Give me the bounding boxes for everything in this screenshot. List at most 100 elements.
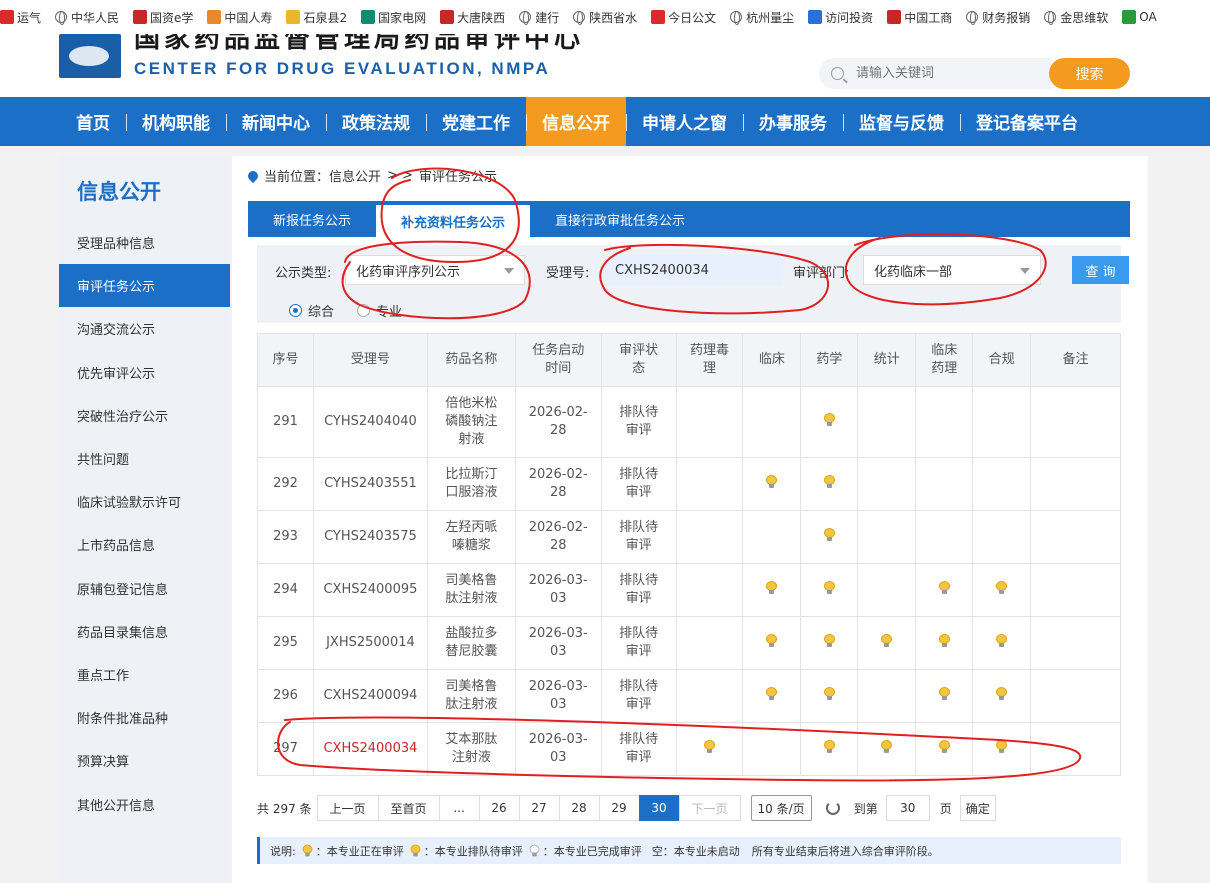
chevron-down-icon [504,268,514,274]
nav-item[interactable]: 登记备案平台 [960,97,1094,146]
query-button[interactable]: 查 询 [1072,256,1129,284]
table-row[interactable]: 297 CXHS2400034 艾本那肽 注射液 2026-03- 03 排队待 审评 [257,722,1121,776]
bookmark-item[interactable]: OA [1122,10,1157,24]
tab-item[interactable]: 新报任务公示 [248,201,376,237]
tab-item[interactable]: 补充资料任务公示 [376,205,531,237]
cell-specialty [742,669,802,723]
nav-item[interactable]: 监督与反馈 [843,97,960,146]
cell-specialty [857,616,917,670]
bookmark-item[interactable]: 国家电网 [361,9,426,26]
prev-page-button[interactable]: 上一页 [316,795,379,821]
table-row[interactable]: 293 CYHS2403575 左羟丙哌 嗪糖浆 2026-02- 28 排队待 审评 [257,510,1121,564]
bookmark-item[interactable]: 运气 [0,9,41,26]
bookmark-item[interactable]: 财务报销 [966,9,1030,26]
sidebar-item[interactable]: 上市药品信息 [59,523,230,566]
nav-item[interactable]: 信息公开 [526,97,626,146]
bookmark-label: 金思维软 [1060,10,1109,25]
bookmark-item[interactable]: 陕西省水 [573,9,637,26]
pager-ellipsis[interactable]: ... [438,795,480,821]
sidebar-item[interactable]: 附条件批准品种 [59,696,230,739]
nav-item[interactable]: 办事服务 [743,97,843,146]
chinalife-icon [207,10,222,24]
cell-accept-no[interactable]: CYHS2404040 [312,386,428,458]
cell-accept-no[interactable]: CYHS2403575 [312,510,428,564]
cell-specialty [800,563,859,617]
cell-accept-no[interactable]: CXHS2400034 [312,722,428,776]
bookmark-item[interactable]: 建行 [519,9,559,26]
cell-accept-no[interactable]: CYHS2403551 [312,457,428,511]
accept-input[interactable]: CXHS2400034 [603,255,783,285]
bookmark-item[interactable]: 访问投资 [808,9,873,26]
search-input[interactable] [856,66,1036,81]
nav-item[interactable]: 政策法规 [326,97,426,146]
sidebar-item[interactable]: 原辅包登记信息 [59,567,230,610]
accept-label: 受理号: [546,266,590,281]
sidebar-item[interactable]: 药品目录集信息 [59,610,230,653]
bookmark-item[interactable]: 金思维软 [1044,9,1108,26]
nav-item[interactable]: 机构职能 [126,97,226,146]
sidebar-item[interactable]: 共性问题 [59,437,230,480]
bookmark-item[interactable]: 中国工商 [887,9,952,26]
bookmark-item[interactable]: 大唐陕西 [440,9,505,26]
cell-accept-no[interactable]: CXHS2400094 [312,669,428,723]
sidebar-item[interactable]: 审评任务公示 [59,264,230,308]
refresh-icon[interactable] [825,801,840,815]
dept-select[interactable]: 化药临床一部 [863,255,1041,285]
table-row[interactable]: 294 CXHS2400095 司美格鲁 肽注射液 2026-03- 03 排队待 审评 [257,563,1121,617]
sidebar-item[interactable]: 重点工作 [59,653,230,696]
cell-specialty [675,457,744,511]
tab-item[interactable]: 直接行政审批任务公示 [530,201,710,237]
bookmark-item[interactable]: 杭州量尘 [730,9,794,26]
nav-item[interactable]: 申请人之窗 [626,97,743,146]
cell-status: 排队待 审评 [600,510,677,564]
page-size-select[interactable]: 10 条/页 [750,795,812,821]
confirm-button[interactable]: 确定 [959,795,996,821]
next-page-button[interactable]: 下一页 [678,795,741,821]
bulb-icon [996,739,1008,753]
radio-professional[interactable]: 专业 [357,301,402,320]
page-button[interactable]: 30 [638,795,680,821]
goto-input[interactable]: 30 [885,795,930,821]
page-button[interactable]: 27 [518,795,560,821]
sidebar-item[interactable]: 受理品种信息 [59,221,230,264]
radio-comprehensive[interactable]: 综合 [289,301,334,320]
column-header: 临床 药理 [915,333,974,387]
cell-specialty [675,722,744,776]
bulb-icon [823,633,835,647]
type-select[interactable]: 化药审评序列公示 [345,255,525,285]
nav-item[interactable]: 新闻中心 [226,97,326,146]
bookmark-item[interactable]: 今日公文 [651,9,716,26]
bookmark-item[interactable]: 石泉县2 [286,9,347,26]
sidebar-item[interactable]: 沟通交流公示 [59,307,230,350]
search-button[interactable]: 搜索 [1049,58,1130,89]
cell-accept-no[interactable]: CXHS2400095 [312,563,428,617]
jinri-icon [651,10,666,24]
bookmark-item[interactable]: 国资e学 [133,9,193,26]
table-row[interactable]: 291 CYHS2404040 倍他米松 磷酸钠注 射液 2026-02- 28 排队待 审评 [257,386,1121,458]
page-button[interactable]: 28 [558,795,600,821]
page-button[interactable]: 29 [598,795,640,821]
sidebar-item[interactable]: 其他公开信息 [59,782,230,825]
cell-remark [1030,457,1121,511]
bookmark-item[interactable]: 中华人民 [55,9,119,26]
sidebar-item[interactable]: 临床试验默示许可 [59,480,230,523]
breadcrumb-link[interactable]: 信息公开 [329,166,381,185]
cde-logo[interactable] [59,34,121,78]
visit-icon [808,10,823,24]
globe-icon [1044,11,1057,25]
sidebar-item[interactable]: 突破性治疗公示 [59,394,230,437]
table-row[interactable]: 295 JXHS2500014 盐酸拉多 替尼胶囊 2026-03- 03 排队待 审评 [257,616,1121,670]
table-row[interactable]: 296 CXHS2400094 司美格鲁 肽注射液 2026-03- 03 排队待 审评 [257,669,1121,723]
bookmark-item[interactable]: 中国人寿 [207,9,272,26]
nav-item[interactable]: 首页 [60,97,126,146]
sidebar-item[interactable]: 预算决算 [59,739,230,782]
cell-specialty [800,616,859,670]
table-row[interactable]: 292 CYHS2403551 比拉斯汀 口服溶液 2026-02- 28 排队待 审评 [257,457,1121,511]
page-button[interactable]: 26 [478,795,520,821]
first-page-button[interactable]: 至首页 [377,795,440,821]
nav-item[interactable]: 党建工作 [426,97,526,146]
star-icon [286,10,301,24]
sidebar-item[interactable]: 优先审评公示 [59,351,230,394]
cell-start-date: 2026-03- 03 [514,616,602,670]
cell-accept-no[interactable]: JXHS2500014 [312,616,428,670]
